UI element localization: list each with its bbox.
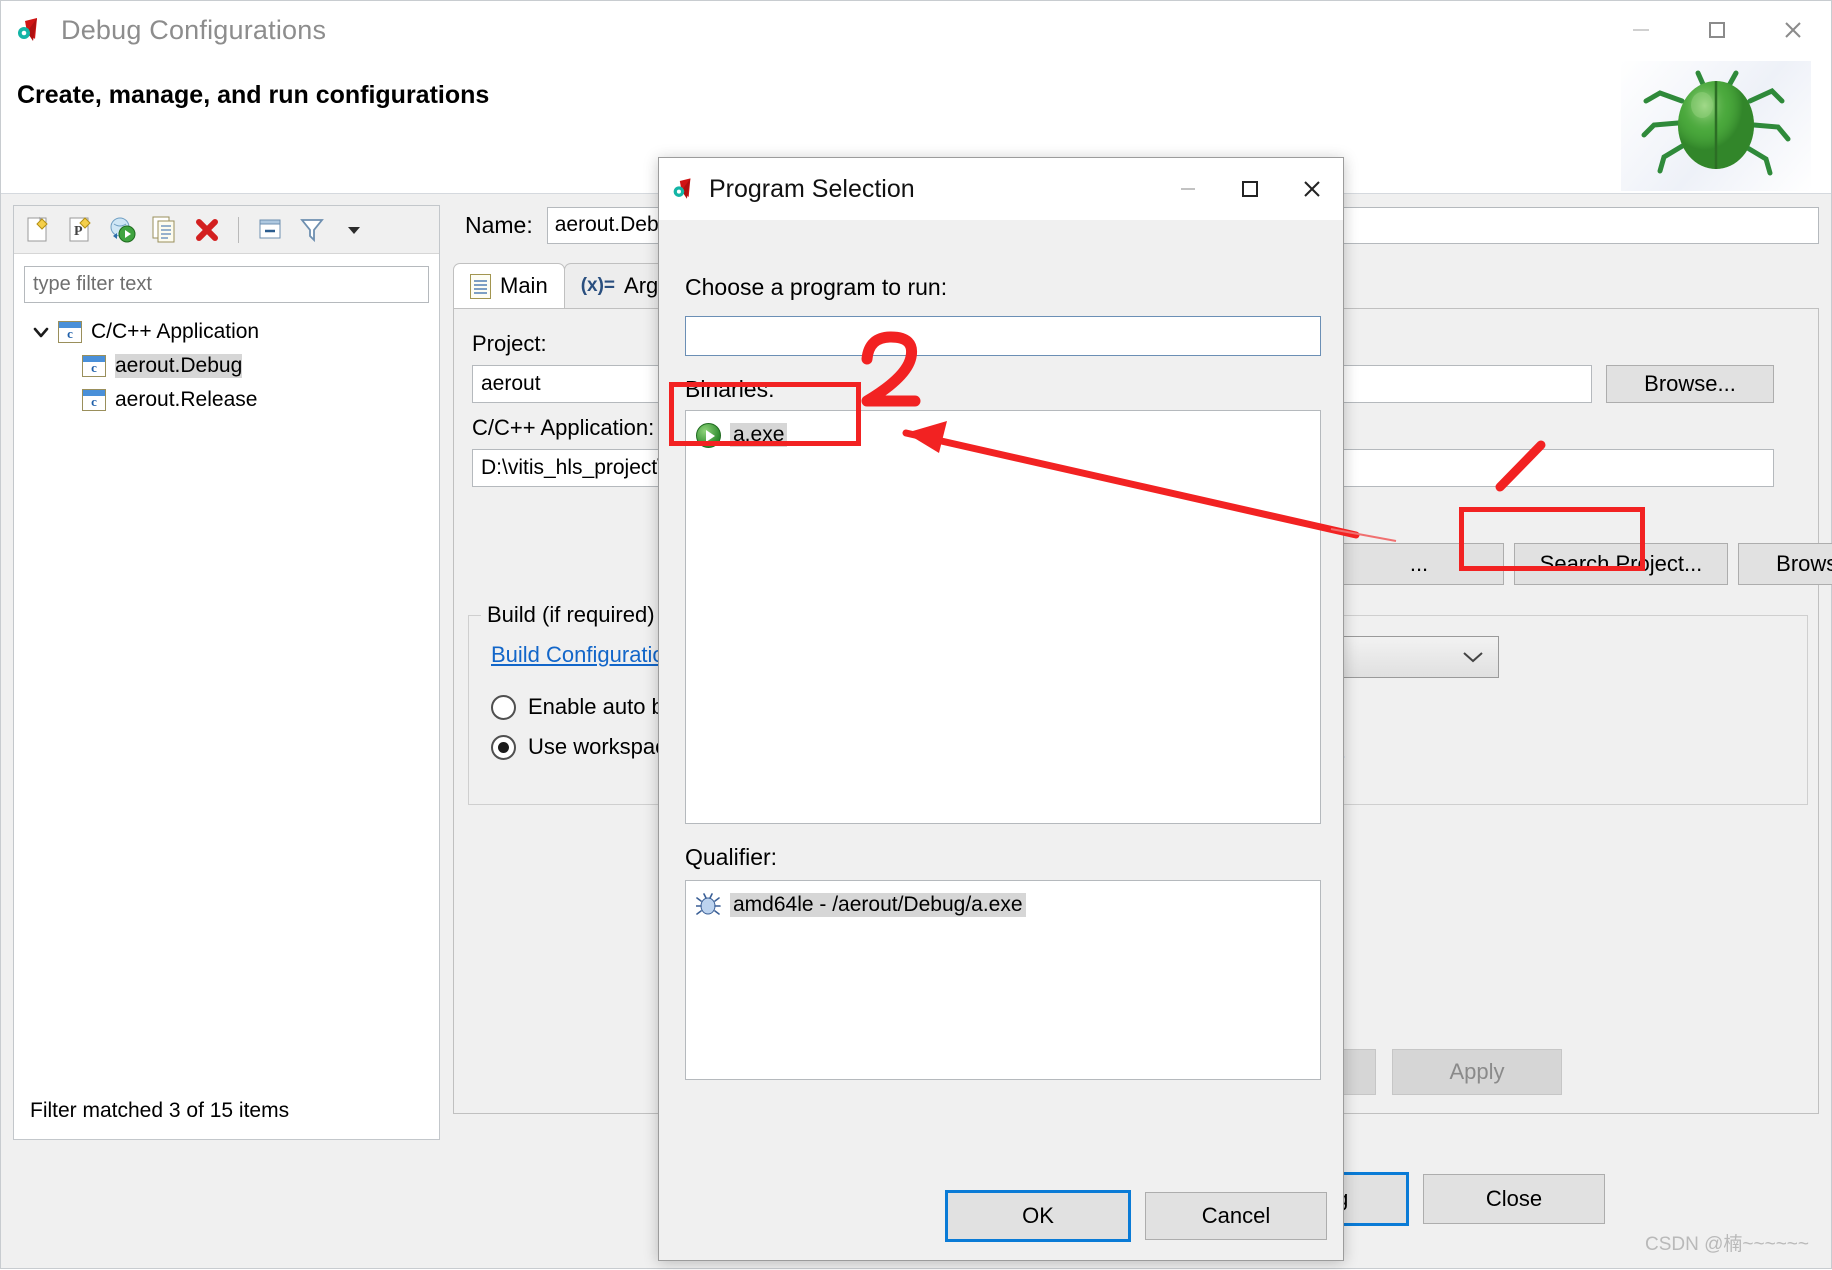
- window-controls: [1603, 1, 1831, 59]
- delete-icon[interactable]: [192, 215, 222, 245]
- filter-status-text: Filter matched 3 of 15 items: [14, 1083, 439, 1139]
- debug-configurations-window: Debug Configurations Create, manage, and…: [0, 0, 1832, 1269]
- green-bug-illustration: [1621, 61, 1811, 191]
- name-label: Name:: [465, 212, 533, 239]
- tree-item-cpp-application[interactable]: C/C++ Application: [14, 315, 439, 349]
- page-title: Create, manage, and run configurations: [17, 81, 489, 110]
- cpp-application-icon: [82, 355, 106, 377]
- list-item[interactable]: a.exe: [686, 419, 787, 451]
- qualifier-label: amd64le - /aerout/Debug/a.exe: [730, 893, 1026, 917]
- dialog-minimize-button[interactable]: [1157, 158, 1219, 220]
- dialog-title-bar: Program Selection: [659, 158, 1343, 220]
- duplicate-icon[interactable]: [150, 215, 180, 245]
- title-bar: Debug Configurations: [1, 1, 1831, 59]
- run-executable-icon: [696, 423, 721, 448]
- tree-item-label: aerout.Release: [115, 388, 257, 412]
- dialog-close-button[interactable]: [1281, 158, 1343, 220]
- list-item[interactable]: amd64le - /aerout/Debug/a.exe: [686, 889, 1026, 921]
- search-project-button[interactable]: Search Project...: [1514, 543, 1728, 585]
- minimize-button[interactable]: [1603, 1, 1679, 59]
- application-label: C/C++ Application:: [472, 415, 654, 441]
- tree-item-label: C/C++ Application: [91, 320, 259, 344]
- tree-toolbar: P: [14, 206, 439, 254]
- new-prototype-icon[interactable]: P: [66, 215, 96, 245]
- eclipse-debug-icon: [15, 13, 49, 47]
- program-search-input[interactable]: [685, 316, 1321, 356]
- collapse-all-icon[interactable]: [255, 215, 285, 245]
- choose-program-label: Choose a program to run:: [685, 274, 947, 301]
- dialog-title: Program Selection: [709, 175, 915, 204]
- filter-placeholder: type filter text: [33, 273, 152, 296]
- application-browse-button[interactable]: Browse...: [1738, 543, 1832, 585]
- chevron-down-icon[interactable]: [30, 321, 52, 343]
- new-configuration-icon[interactable]: [24, 215, 54, 245]
- build-configuration-link[interactable]: Build Configuration:: [491, 642, 683, 668]
- qualifier-label: Qualifier:: [685, 844, 777, 871]
- dialog-maximize-button[interactable]: [1219, 158, 1281, 220]
- dialog-window-controls: [1157, 158, 1343, 220]
- configurations-tree: C/C++ Application aerout.Debug aerout.Re…: [14, 315, 439, 417]
- cpp-application-icon: [82, 389, 106, 411]
- export-run-icon[interactable]: [108, 215, 138, 245]
- close-button[interactable]: Close: [1423, 1174, 1605, 1224]
- project-label: Project:: [472, 331, 547, 357]
- tab-main[interactable]: Main: [453, 263, 565, 308]
- eclipse-debug-icon: [671, 174, 701, 204]
- binaries-label: Binaries:: [685, 376, 774, 403]
- configurations-tree-panel: P type filter text: [13, 205, 440, 1140]
- cpp-application-icon: [58, 321, 82, 343]
- toolbar-separator: [238, 217, 239, 243]
- cancel-button[interactable]: Cancel: [1145, 1192, 1327, 1240]
- radio-button[interactable]: [491, 735, 516, 760]
- tab-label: Main: [500, 273, 548, 299]
- variables-button[interactable]: ...: [1334, 543, 1504, 585]
- close-button[interactable]: [1755, 1, 1831, 59]
- qualifier-list[interactable]: amd64le - /aerout/Debug/a.exe: [685, 880, 1321, 1080]
- apply-button[interactable]: Apply: [1392, 1049, 1562, 1095]
- tree-item-aerout-release[interactable]: aerout.Release: [14, 383, 439, 417]
- tree-item-aerout-debug[interactable]: aerout.Debug: [14, 349, 439, 383]
- program-selection-dialog: Program Selection Choose a program to ru…: [658, 157, 1344, 1261]
- project-browse-button[interactable]: Browse...: [1606, 365, 1774, 403]
- csdn-watermark: CSDN @楠~~~~~~: [1645, 1229, 1809, 1256]
- bug-icon: [696, 893, 721, 917]
- document-icon: [470, 274, 491, 299]
- binary-label: a.exe: [730, 423, 787, 447]
- window-title: Debug Configurations: [61, 15, 326, 46]
- filter-input[interactable]: type filter text: [24, 266, 429, 303]
- radio-button[interactable]: [491, 695, 516, 720]
- maximize-button[interactable]: [1679, 1, 1755, 59]
- tree-item-label: aerout.Debug: [115, 354, 242, 378]
- view-menu-icon[interactable]: [339, 215, 369, 245]
- variable-icon: (x)=: [581, 275, 615, 297]
- chevron-down-icon: [1462, 650, 1484, 664]
- ok-button[interactable]: OK: [947, 1192, 1129, 1240]
- filter-icon[interactable]: [297, 215, 327, 245]
- svg-text:P: P: [74, 224, 83, 239]
- binaries-list[interactable]: a.exe: [685, 410, 1321, 824]
- dialog-body: Choose a program to run: Binaries: a.exe…: [659, 220, 1343, 1260]
